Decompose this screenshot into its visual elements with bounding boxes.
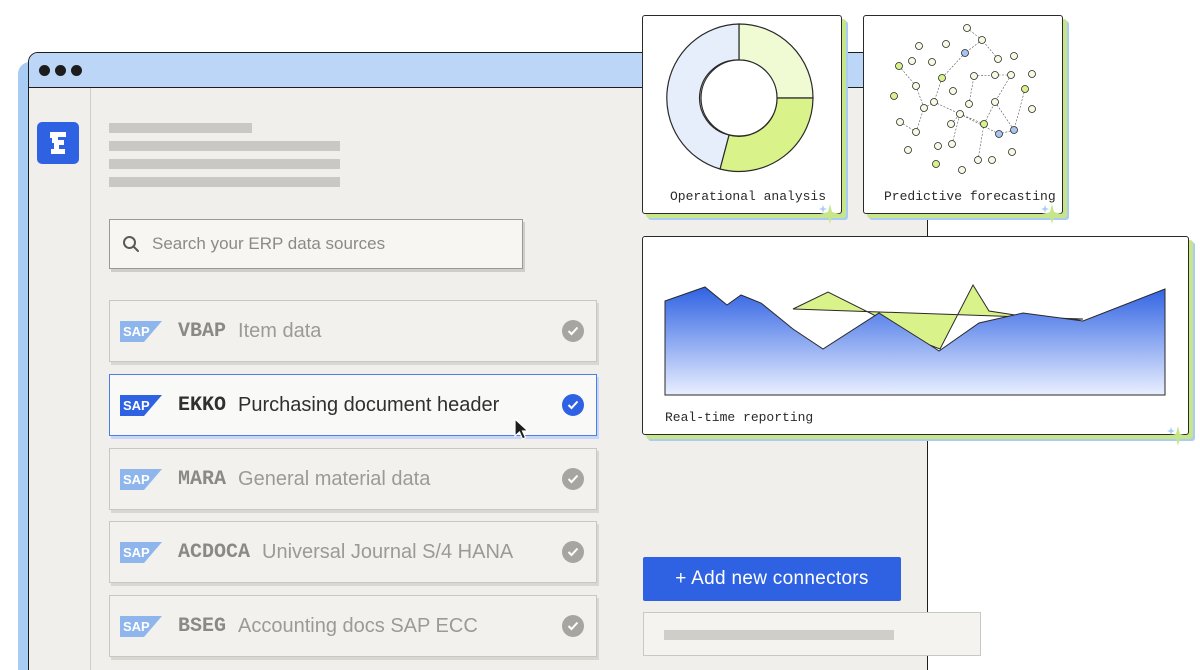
card-label: Operational analysis bbox=[670, 189, 827, 204]
svg-text:SAP: SAP bbox=[123, 398, 150, 413]
predictive-forecasting-card[interactable]: Predictive forecasting bbox=[863, 15, 1063, 214]
sap-logo-icon: SAP bbox=[120, 320, 162, 342]
svg-text:SAP: SAP bbox=[123, 472, 150, 487]
sidebar bbox=[29, 88, 91, 670]
search-icon bbox=[123, 236, 139, 252]
source-row-acdoca[interactable]: SAP ACDOCA Universal Journal S/4 HANA bbox=[109, 521, 597, 583]
source-row-vbap[interactable]: SAP VBAP Item data bbox=[109, 300, 597, 362]
area-chart bbox=[664, 283, 1166, 396]
svg-text:SAP: SAP bbox=[123, 619, 150, 634]
check-icon[interactable] bbox=[562, 468, 584, 490]
source-description: General material data bbox=[238, 467, 431, 490]
donut-chart bbox=[666, 23, 814, 173]
operational-analysis-card[interactable]: Operational analysis bbox=[642, 15, 842, 214]
add-new-connectors-button[interactable]: + Add new connectors bbox=[643, 557, 901, 601]
check-icon[interactable] bbox=[562, 541, 584, 563]
app-logo-icon[interactable] bbox=[37, 122, 79, 164]
check-icon[interactable] bbox=[562, 320, 584, 342]
mouse-cursor-icon bbox=[514, 417, 530, 440]
stage: Search your ERP data sources SAP VBAP It… bbox=[0, 0, 1200, 670]
source-row-bseg[interactable]: SAP BSEG Accounting docs SAP ECC bbox=[109, 595, 597, 657]
real-time-reporting-card[interactable]: Real-time reporting bbox=[642, 236, 1189, 435]
network-graph bbox=[890, 24, 1036, 174]
sap-logo-icon: SAP bbox=[120, 394, 162, 416]
source-code: BSEG bbox=[178, 614, 227, 638]
source-description: Accounting docs SAP ECC bbox=[238, 614, 478, 637]
source-code: MARA bbox=[178, 467, 227, 491]
source-description: Universal Journal S/4 HANA bbox=[262, 540, 514, 563]
card-label: Predictive forecasting bbox=[884, 189, 1056, 204]
sparkle-icon bbox=[1167, 426, 1188, 446]
source-description: Item data bbox=[238, 319, 322, 342]
search-placeholder: Search your ERP data sources bbox=[152, 234, 386, 253]
check-icon[interactable] bbox=[562, 394, 584, 416]
sap-logo-icon: SAP bbox=[120, 468, 162, 490]
connector-input-field[interactable] bbox=[643, 612, 981, 656]
window-dot[interactable] bbox=[55, 64, 66, 76]
text-placeholder bbox=[109, 177, 340, 187]
window-dot[interactable] bbox=[71, 64, 82, 76]
sparkle-icon bbox=[1041, 204, 1062, 224]
window-dot[interactable] bbox=[39, 64, 50, 76]
input-placeholder-bar bbox=[664, 630, 894, 640]
source-code: ACDOCA bbox=[178, 540, 251, 564]
svg-text:SAP: SAP bbox=[123, 324, 150, 339]
sap-logo-icon: SAP bbox=[120, 541, 162, 563]
sap-logo-icon: SAP bbox=[120, 615, 162, 637]
sparkle-icon bbox=[819, 204, 840, 224]
title-placeholder bbox=[109, 123, 252, 133]
card-label: Real-time reporting bbox=[665, 410, 814, 425]
text-placeholder bbox=[109, 141, 340, 151]
source-code: VBAP bbox=[178, 319, 227, 343]
source-code: EKKO bbox=[178, 393, 227, 417]
check-icon[interactable] bbox=[562, 615, 584, 637]
source-row-mara[interactable]: SAP MARA General material data bbox=[109, 448, 597, 510]
source-description: Purchasing document header bbox=[238, 393, 500, 416]
svg-text:SAP: SAP bbox=[123, 545, 150, 560]
search-input[interactable]: Search your ERP data sources bbox=[109, 219, 523, 269]
text-placeholder bbox=[109, 159, 340, 169]
